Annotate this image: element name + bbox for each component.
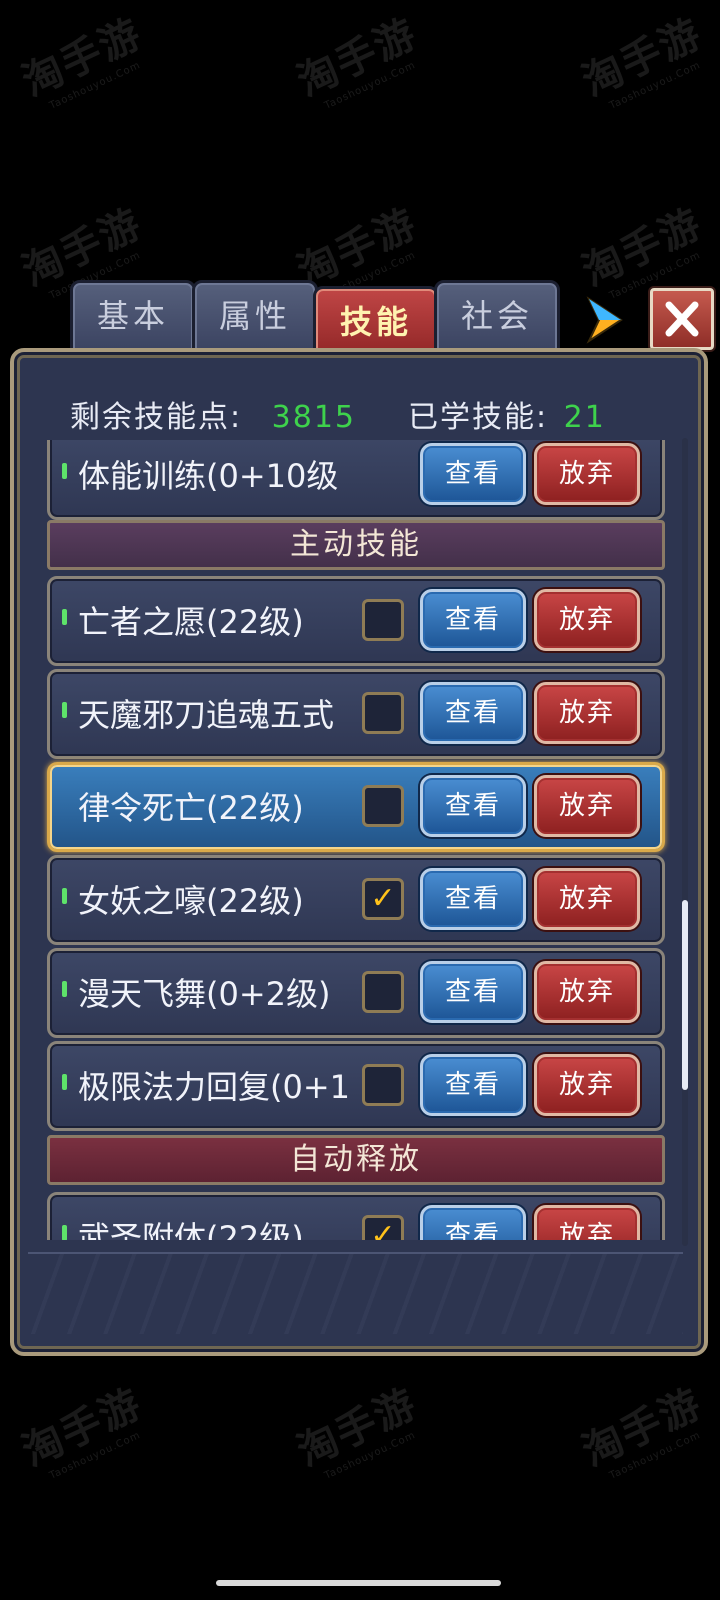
view-button[interactable]: 查看 [420,1205,526,1240]
learned-skills: 已学技能: 21 [408,400,606,435]
watermark: 淘手游 Taoshouyou.Com [15,10,150,112]
skill-name: 漫天飞舞(0+2级) [78,975,331,1013]
tab-basic[interactable]: 基本 [70,280,196,356]
list-item[interactable]: 漫天飞舞(0+2级) 查看 放弃 [47,948,665,1038]
remaining-points-value: 3815 [271,400,357,435]
remaining-points: 剩余技能点: 3815 [70,400,357,435]
skill-name: 天魔邪刀追魂五式 [78,696,335,734]
auto-cast-checkbox[interactable] [362,692,404,734]
skill-name: 体能训练(0+10级 [78,457,339,495]
abandon-button[interactable]: 放弃 [534,589,640,651]
panel-ornament [28,1252,683,1334]
status-dot [62,1074,67,1090]
view-button[interactable]: 查看 [420,775,526,837]
status-dot [62,463,67,479]
list-item[interactable]: 天魔邪刀追魂五式 查看 放弃 [47,669,665,759]
watermark: 淘手游 Taoshouyou.Com [575,1380,710,1482]
list-item[interactable]: 体能训练(0+10级 查看 放弃 [47,440,665,520]
skill-name: 极限法力回复(0+1 [78,1068,348,1106]
status-dot [62,888,67,904]
abandon-button[interactable]: 放弃 [534,1205,640,1240]
list-item[interactable]: 亡者之愿(22级) 查看 放弃 [47,576,665,666]
list-item-selected[interactable]: 律令死亡(22级) 查看 放弃 [47,762,665,852]
auto-cast-checkbox[interactable] [362,785,404,827]
watermark: 淘手游 Taoshouyou.Com [575,10,710,112]
learned-skills-value: 21 [563,400,606,435]
abandon-button[interactable]: 放弃 [534,443,640,505]
skill-name: 武圣附体(22级) [78,1219,304,1240]
checkmark-icon: ✓ [370,881,396,916]
view-button[interactable]: 查看 [420,961,526,1023]
scrollbar-thumb[interactable] [682,900,688,1090]
checkmark-icon: ✓ [370,1218,396,1240]
watermark: 淘手游 Taoshouyou.Com [290,10,425,112]
tab-attributes[interactable]: 属性 [192,280,318,356]
close-button[interactable] [650,288,714,350]
section-auto-release: 自动释放 [47,1135,665,1185]
scrollbar-track[interactable] [682,438,688,1246]
section-active-skills: 主动技能 [47,520,665,570]
watermark: 淘手游 Taoshouyou.Com [290,1380,425,1482]
status-dot [62,702,67,718]
list-item[interactable]: 武圣附体(22级) ✓ 查看 放弃 [47,1192,665,1240]
abandon-button[interactable]: 放弃 [534,1054,640,1116]
view-button[interactable]: 查看 [420,1054,526,1116]
auto-cast-checkbox[interactable] [362,971,404,1013]
close-icon [665,301,699,337]
view-button[interactable]: 查看 [420,589,526,651]
skill-name: 女妖之嚎(22级) [78,882,304,920]
abandon-button[interactable]: 放弃 [534,682,640,744]
skill-list[interactable]: 体能训练(0+10级 查看 放弃 主动技能 亡者之愿(22级) 查看 放弃 天魔… [40,440,670,1240]
status-dot [62,609,67,625]
home-indicator[interactable] [216,1580,501,1586]
view-button[interactable]: 查看 [420,443,526,505]
auto-cast-checkbox[interactable]: ✓ [362,1215,404,1240]
abandon-button[interactable]: 放弃 [534,868,640,930]
auto-cast-checkbox[interactable]: ✓ [362,878,404,920]
status-dot [62,1225,67,1240]
view-button[interactable]: 查看 [420,868,526,930]
abandon-button[interactable]: 放弃 [534,775,640,837]
auto-cast-checkbox[interactable] [362,599,404,641]
skill-name: 律令死亡(22级) [78,789,304,827]
list-item[interactable]: 女妖之嚎(22级) ✓ 查看 放弃 [47,855,665,945]
skill-name: 亡者之愿(22级) [78,603,304,641]
status-dot [62,981,67,997]
view-button[interactable]: 查看 [420,682,526,744]
auto-cast-checkbox[interactable] [362,1064,404,1106]
list-item[interactable]: 极限法力回复(0+1 查看 放弃 [47,1041,665,1131]
watermark: 淘手游 Taoshouyou.Com [15,1380,150,1482]
arrow-right-icon[interactable] [585,295,625,345]
abandon-button[interactable]: 放弃 [534,961,640,1023]
tab-social[interactable]: 社会 [434,280,560,356]
